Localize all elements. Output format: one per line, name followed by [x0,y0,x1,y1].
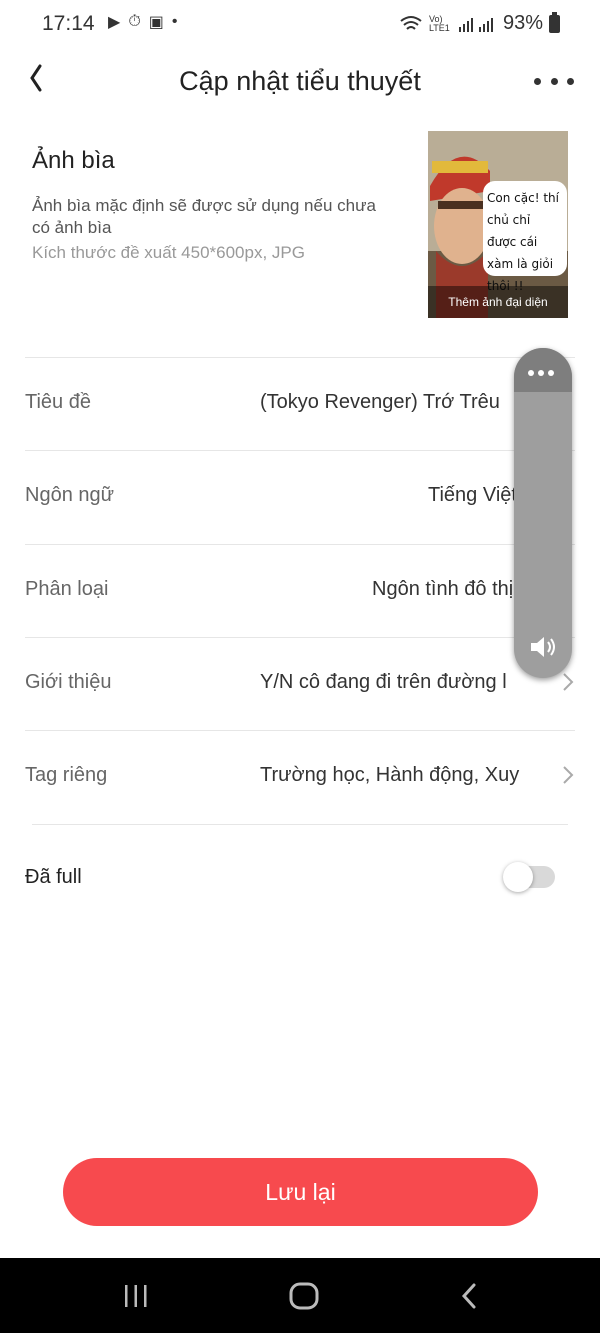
youtube-icon: ▣ [148,14,164,31]
play-store-icon: ▶ [108,14,121,31]
cover-size-hint: Kích thước đề xuất 450*600px, JPG [32,243,305,262]
completed-label: Đã full [25,866,82,888]
chevron-right-icon [561,763,575,787]
speaker-icon[interactable] [527,632,559,662]
field-value: Y/N cô đang đi trên đường l [260,671,507,693]
cover-description: Ảnh bìa mặc định sẽ được sử dụng nếu chư… [32,196,376,237]
cover-image-picker[interactable]: Con cặc! thí chủ chỉ được cái xàm là giỏ… [428,131,568,318]
cover-section: Ảnh bìa Ảnh bìa mặc định sẽ được sử dụng… [0,125,600,325]
volume-panel-header[interactable] [514,348,572,392]
completed-toggle-row: Đã full [25,840,575,910]
field-row-tags[interactable]: Tag riêng Trường học, Hành động, Xuy [25,731,575,823]
add-cover-caption: Thêm ảnh đại diện [428,286,568,318]
divider [32,824,568,825]
field-row-language[interactable]: Ngôn ngữ Tiếng Việt [25,451,575,543]
chevron-right-icon [561,670,575,694]
save-button[interactable]: Lưu lại [63,1158,538,1226]
wifi-icon [400,15,422,30]
field-label: Giới thiệu [25,671,112,693]
battery-icon [549,11,560,33]
notification-icons: ▶ ⏱ ▣ • [108,12,178,32]
cover-title: Ảnh bìa [32,147,115,174]
system-nav-bar [0,1258,600,1333]
field-row-title[interactable]: Tiêu đề (Tokyo Revenger) Trớ Trêu [25,358,575,450]
volume-more-icon [528,370,554,376]
more-options-button[interactable] [534,66,574,96]
more-dot-icon [550,77,558,85]
completed-toggle[interactable] [503,862,555,892]
image-speech-bubble: Con cặc! thí chủ chỉ được cái xàm là giỏ… [483,181,567,293]
status-bar: 17:14 ▶ ⏱ ▣ • Vo) LTE1 93% [0,0,600,50]
field-label: Tiêu đề [25,391,91,413]
field-label: Phân loại [25,578,109,600]
system-indicators: Vo) LTE1 93% [399,11,560,35]
field-label: Ngôn ngữ [25,484,115,506]
timer-icon: ⏱ [128,13,141,30]
page-title: Cập nhật tiểu thuyết [179,66,421,96]
battery-percent: 93% [502,12,543,34]
status-time: 17:14 [42,12,95,35]
field-row-category[interactable]: Phân loại Ngôn tình đô thị [25,545,575,637]
field-value: Trường học, Hành động, Xuy [260,764,520,786]
more-dot-icon [567,77,574,85]
more-dot-icon [534,77,541,85]
home-icon[interactable] [289,1282,319,1310]
volume-panel[interactable] [514,348,572,678]
recent-apps-icon[interactable] [122,1284,150,1308]
network-label: Vo) LTE1 [428,13,450,33]
top-app-bar: Cập nhật tiểu thuyết [0,52,600,112]
nav-back-icon[interactable] [459,1282,481,1310]
field-label: Tag riêng [25,764,108,786]
field-row-introduction[interactable]: Giới thiệu Y/N cô đang đi trên đường l [25,638,575,730]
dot-icon: • [171,13,178,30]
signal-icon [458,17,493,32]
toggle-knob [503,862,533,892]
